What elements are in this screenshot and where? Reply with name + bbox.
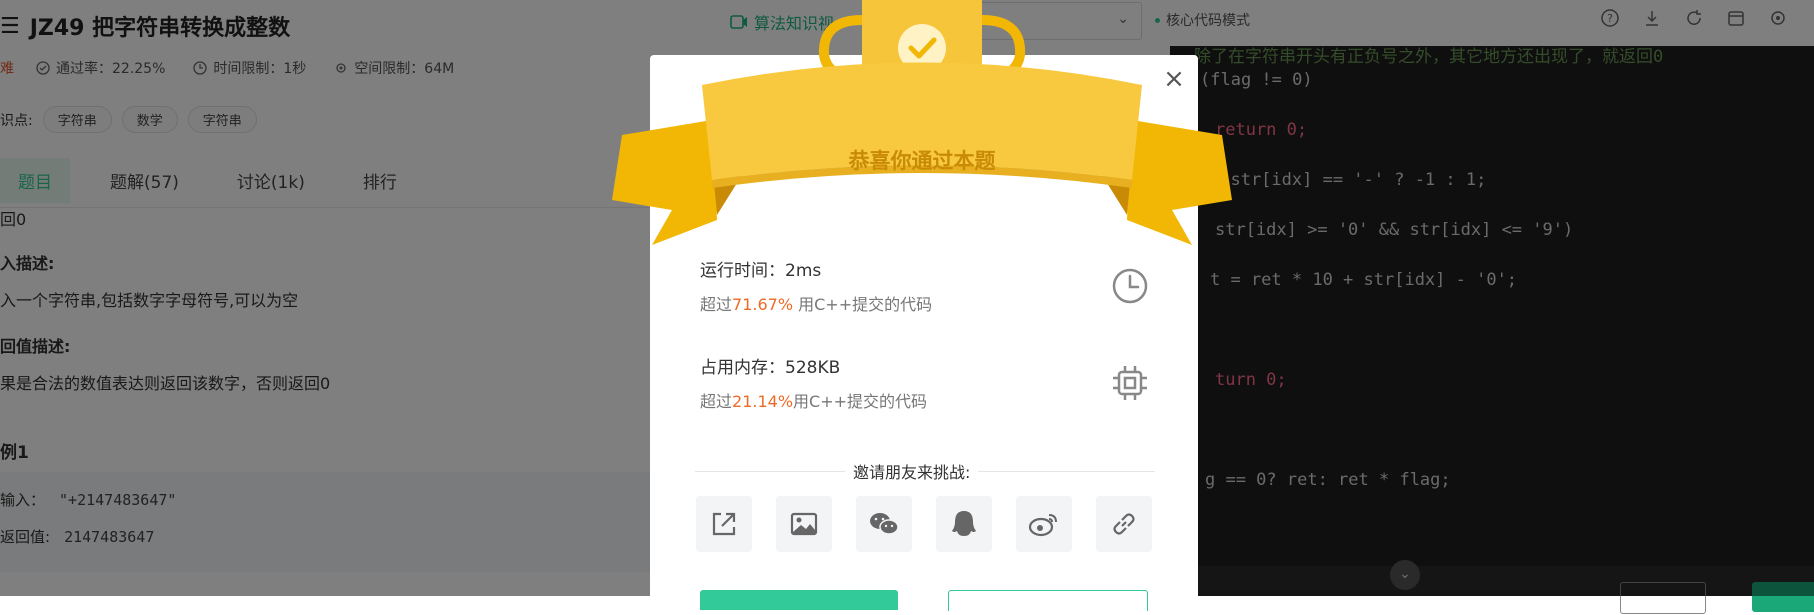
chip-icon xyxy=(1113,366,1147,400)
share-link-button[interactable] xyxy=(1096,496,1152,552)
share-weibo-button[interactable] xyxy=(1016,496,1072,552)
share-image-button[interactable] xyxy=(776,496,832,552)
clock-icon xyxy=(1112,268,1148,304)
secondary-action-button[interactable] xyxy=(948,590,1148,611)
invite-label: 邀请朋友来挑战: xyxy=(845,459,979,483)
runtime-percent: 71.67% xyxy=(732,295,794,314)
share-qq-button[interactable] xyxy=(936,496,992,552)
runtime-compare: 超过71.67% 用C++提交的代码 xyxy=(700,291,932,315)
wechat-icon xyxy=(870,513,899,535)
congrats-banner: 恭喜你通过本题 xyxy=(848,149,996,173)
link-icon xyxy=(1113,513,1135,535)
trophy-banner-graphic xyxy=(612,0,1232,245)
share-buttons xyxy=(696,496,1176,552)
memory-percent: 21.14% xyxy=(732,392,794,411)
share-icon xyxy=(712,512,736,536)
memory-label: 占用内存：528KB xyxy=(700,358,841,378)
memory-prefix: 超过 xyxy=(700,392,733,411)
runtime-prefix: 超过 xyxy=(700,295,733,314)
image-icon xyxy=(790,512,818,536)
share-button[interactable] xyxy=(696,496,752,552)
memory-suffix: 用C++提交的代码 xyxy=(793,392,928,411)
primary-action-button[interactable] xyxy=(700,590,898,610)
qq-icon xyxy=(952,511,976,536)
close-icon[interactable]: × xyxy=(1162,66,1186,92)
share-wechat-button[interactable] xyxy=(856,496,912,552)
memory-compare: 超过21.14%用C++提交的代码 xyxy=(700,388,927,412)
runtime-label: 运行时间：2ms xyxy=(700,261,822,281)
weibo-icon xyxy=(1028,514,1057,537)
runtime-suffix: 用C++提交的代码 xyxy=(793,295,933,314)
